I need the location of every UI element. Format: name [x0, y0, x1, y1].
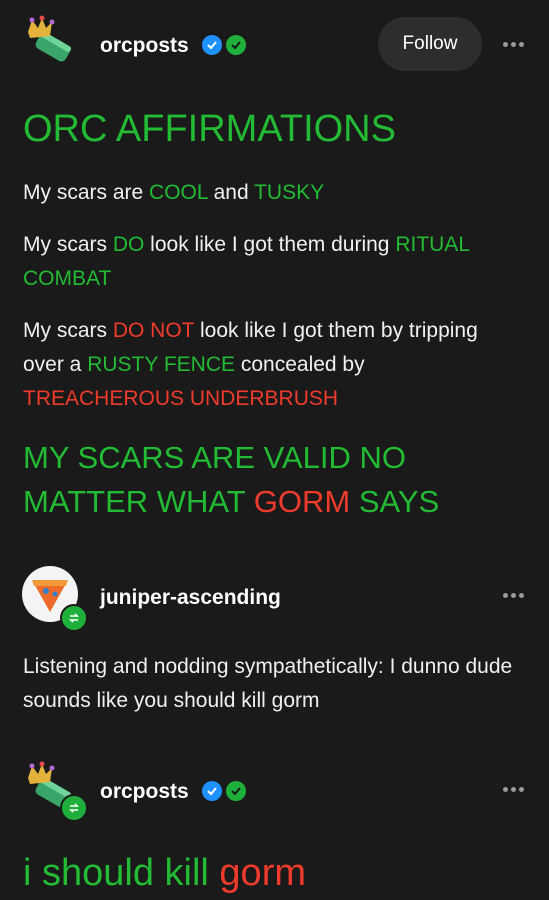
orcposts-avatar[interactable] [22, 14, 78, 70]
username[interactable]: orcposts [100, 780, 189, 804]
reblog-icon [60, 794, 88, 822]
follow-button[interactable]: Follow [378, 17, 482, 71]
crown-scroll-icon [28, 15, 72, 62]
more-options-icon[interactable] [503, 39, 527, 49]
affirmation-3: My scars DO NOT look like I got them by … [23, 319, 478, 410]
post-title: ORC AFFIRMATIONS [23, 108, 396, 150]
more-options-icon[interactable] [503, 784, 527, 794]
blue-check-icon [202, 781, 222, 801]
username[interactable]: orcposts [100, 34, 189, 58]
post-header-juniper: juniper-ascending [0, 566, 549, 632]
final-post-text: i should kill gorm [23, 852, 306, 894]
username[interactable]: juniper-ascending [100, 586, 281, 610]
reblog-icon [60, 604, 88, 632]
blue-check-icon [202, 35, 222, 55]
green-check-icon [226, 781, 246, 801]
affirmation-1: My scars are COOL and TUSKY [23, 181, 325, 204]
affirmation-4: MY SCARS ARE VALID NO MATTER WHAT GORM S… [23, 440, 440, 519]
reply-text: Listening and nodding sympathetically: I… [23, 655, 513, 712]
post-header-orcposts-2: orcposts [0, 760, 549, 822]
affirmation-2: My scars DO look like I got them during … [23, 233, 470, 290]
green-check-icon [226, 35, 246, 55]
verified-badges [202, 35, 246, 55]
more-options-icon[interactable] [503, 590, 527, 600]
verified-badges [202, 781, 246, 801]
post-header-orcposts: orcposts Follow [0, 14, 549, 74]
